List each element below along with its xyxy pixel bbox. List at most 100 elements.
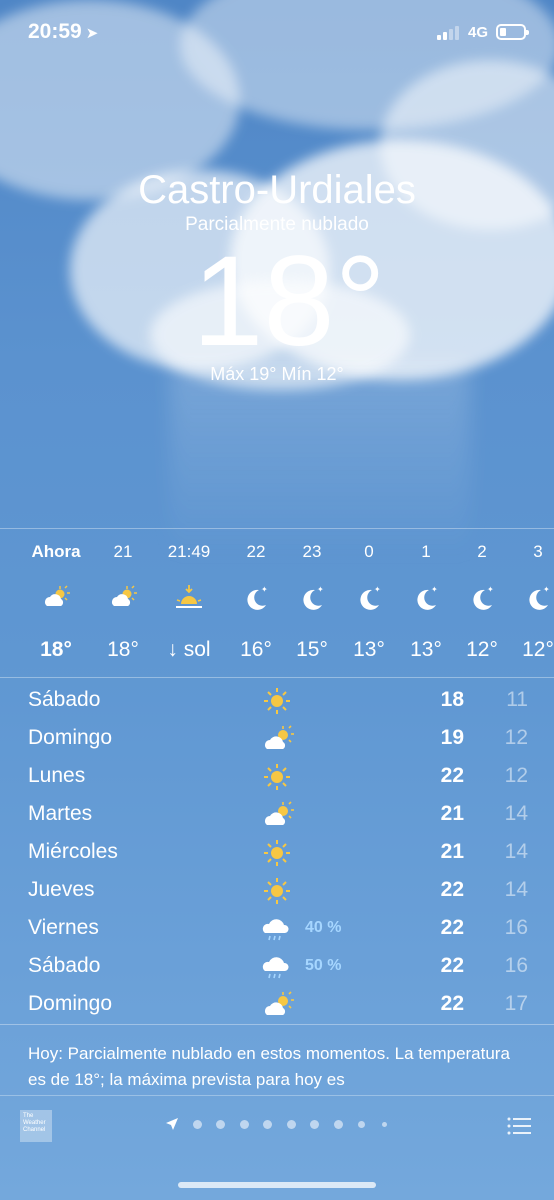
hour-label: 21:49 <box>167 542 211 561</box>
day-name: Sábado <box>28 954 101 977</box>
hour-label: Ahora <box>31 542 81 561</box>
svg-text:✦: ✦ <box>543 585 550 594</box>
location-services-icon: ➤ <box>85 25 99 42</box>
day-max-temp: 22 <box>440 878 464 901</box>
day-name: Miércoles <box>28 840 118 863</box>
day-name: Martes <box>28 802 93 825</box>
day-min-temp: 14 <box>504 802 528 825</box>
moon-stars-icon: ✦ <box>417 585 438 610</box>
divider <box>0 1024 554 1025</box>
divider <box>0 677 554 678</box>
day-max-temp: 21 <box>440 840 464 863</box>
day-max-temp: 18 <box>440 688 464 711</box>
svg-text:✦: ✦ <box>431 585 438 594</box>
day-name: Domingo <box>28 992 113 1015</box>
day-name: Sábado <box>28 688 101 711</box>
sun-icon <box>264 764 290 790</box>
sun-icon <box>264 688 290 714</box>
page-dot <box>287 1120 296 1129</box>
hour-temp: ↓ sol <box>167 638 211 661</box>
day-min-temp: 16 <box>504 954 528 977</box>
moon-stars-icon: ✦ <box>360 585 381 610</box>
day-min-temp: 14 <box>504 840 528 863</box>
day-name: Jueves <box>28 878 95 901</box>
day-max-temp: 22 <box>440 764 464 787</box>
weather-summary: Hoy: Parcialmente nublado en estos momen… <box>28 1044 510 1089</box>
hour-label: 21 <box>113 542 133 561</box>
moon-stars-icon: ✦ <box>247 585 268 610</box>
page-dot <box>334 1120 343 1129</box>
hour-label: 1 <box>421 542 431 561</box>
home-indicator[interactable] <box>178 1182 376 1188</box>
list-item: Sábado 18 11 <box>0 683 554 721</box>
sunset-icon <box>176 585 202 608</box>
city-list-icon[interactable] <box>507 1117 531 1135</box>
page-dot <box>310 1120 319 1129</box>
hour-label: 23 <box>302 542 322 561</box>
hour-temp: 12° <box>522 638 554 661</box>
day-name: Domingo <box>28 726 113 749</box>
page-dot <box>358 1121 365 1128</box>
location-arrow-icon <box>166 1118 178 1130</box>
footer-divider <box>0 1095 554 1096</box>
partly-cloudy-sun-icon <box>265 991 294 1015</box>
list-item: Jueves 22 14 <box>0 873 554 911</box>
rain-cloud-icon <box>262 957 289 979</box>
svg-text:✦: ✦ <box>317 585 324 594</box>
day-max-temp: 22 <box>440 992 464 1015</box>
page-indicator[interactable] <box>165 1116 395 1134</box>
partly-cloudy-sun-icon <box>265 801 294 825</box>
cellular-signal-icon <box>437 26 465 40</box>
page-dot <box>193 1120 202 1129</box>
day-min-temp: 11 <box>506 688 528 711</box>
day-name: Lunes <box>28 764 86 787</box>
hour-label: 0 <box>364 542 374 561</box>
precipitation-chance: 40 % <box>305 919 342 936</box>
network-type: 4G <box>468 24 489 41</box>
hour-temp: 18° <box>40 638 72 661</box>
svg-text:✦: ✦ <box>487 585 494 594</box>
high-low-temperature: Máx 19° Mín 12° <box>210 364 344 384</box>
status-time: 20:59 ➤ <box>28 20 99 43</box>
city-name: Castro-Urdiales <box>138 168 416 212</box>
list-item: Domingo 22 17 <box>0 987 554 1025</box>
day-max-temp: 22 <box>440 954 464 977</box>
precipitation-chance: 50 % <box>305 957 342 974</box>
day-max-temp: 22 <box>440 916 464 939</box>
current-temperature: 18° <box>192 230 386 373</box>
partly-cloudy-sun-icon <box>45 585 70 606</box>
partly-cloudy-sun-icon <box>112 585 137 606</box>
list-item: Martes 21 14 <box>0 797 554 835</box>
hour-temp: 15° <box>296 638 328 661</box>
list-item: Viernes 40 % 22 16 <box>0 911 554 949</box>
hour-label: 2 <box>477 542 487 561</box>
day-min-temp: 17 <box>504 992 528 1015</box>
day-max-temp: 19 <box>440 726 464 749</box>
page-dot <box>240 1120 249 1129</box>
moon-stars-icon: ✦ <box>303 585 324 610</box>
moon-stars-icon: ✦ <box>473 585 494 610</box>
hour-temp: 16° <box>240 638 272 661</box>
svg-text:✦: ✦ <box>374 585 381 594</box>
hour-label: 22 <box>246 542 266 561</box>
status-bar: 20:59 ➤ 4G <box>0 0 554 60</box>
hour-temp: 13° <box>410 638 442 661</box>
hourly-forecast[interactable]: Ahora 18° 21 18° 21:49 ↓ sol 22 ✦ 16° 23… <box>0 532 554 677</box>
list-item: Sábado 50 % 22 16 <box>0 949 554 987</box>
day-max-temp: 21 <box>440 802 464 825</box>
page-dot <box>216 1120 225 1129</box>
page-dot <box>382 1122 387 1127</box>
moon-stars-icon: ✦ <box>529 585 550 610</box>
hour-label: 3 <box>533 542 543 561</box>
sun-icon <box>264 840 290 866</box>
battery-icon <box>496 24 529 40</box>
day-min-temp: 16 <box>504 916 528 939</box>
hour-temp: 13° <box>353 638 385 661</box>
weather-channel-logo[interactable]: The Weather Channel <box>20 1110 52 1142</box>
day-min-temp: 12 <box>504 726 528 749</box>
rain-cloud-icon <box>262 919 289 941</box>
partly-cloudy-sun-icon <box>265 725 294 749</box>
page-dot <box>263 1120 272 1129</box>
divider <box>0 528 554 529</box>
list-item: Lunes 22 12 <box>0 759 554 797</box>
